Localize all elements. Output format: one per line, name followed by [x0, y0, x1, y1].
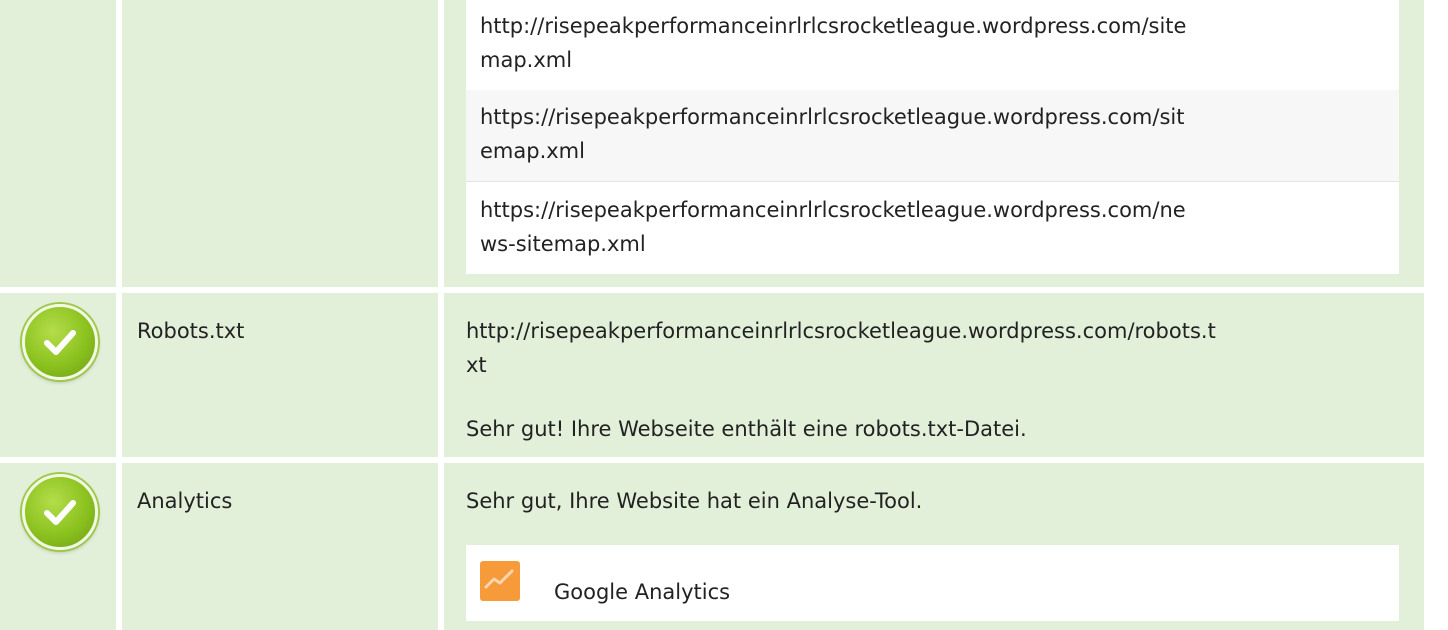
robots-url-cont[interactable]: xt [466, 348, 487, 382]
robots-label: Robots.txt [137, 319, 245, 343]
check-circle-icon [22, 304, 98, 380]
sitemap-label-cell [122, 0, 438, 287]
analytics-label: Analytics [137, 489, 233, 513]
analytics-message: Sehr gut, Ihre Website hat ein Analyse-T… [466, 489, 923, 513]
google-analytics-icon [480, 561, 520, 601]
robots-url[interactable]: http://risepeakperformanceinrlrlcsrocket… [466, 314, 1216, 348]
robots-message: Sehr gut! Ihre Webseite enthält eine rob… [466, 417, 1027, 441]
sitemap-icon-cell [0, 0, 116, 287]
analytics-tool-name: Google Analytics [554, 580, 731, 604]
sitemap-url-1-cont[interactable]: map.xml [480, 43, 572, 77]
sitemap-url-3[interactable]: https://risepeakperformanceinrlrlcsrocke… [480, 193, 1186, 227]
sitemap-url-3-cont[interactable]: ws-sitemap.xml [480, 227, 646, 261]
sitemap-url-1[interactable]: http://risepeakperformanceinrlrlcsrocket… [480, 9, 1186, 43]
sitemap-url-2-cont[interactable]: emap.xml [480, 134, 585, 168]
check-circle-icon [22, 474, 98, 550]
sitemap-url-2[interactable]: https://risepeakperformanceinrlrlcsrocke… [480, 100, 1184, 134]
